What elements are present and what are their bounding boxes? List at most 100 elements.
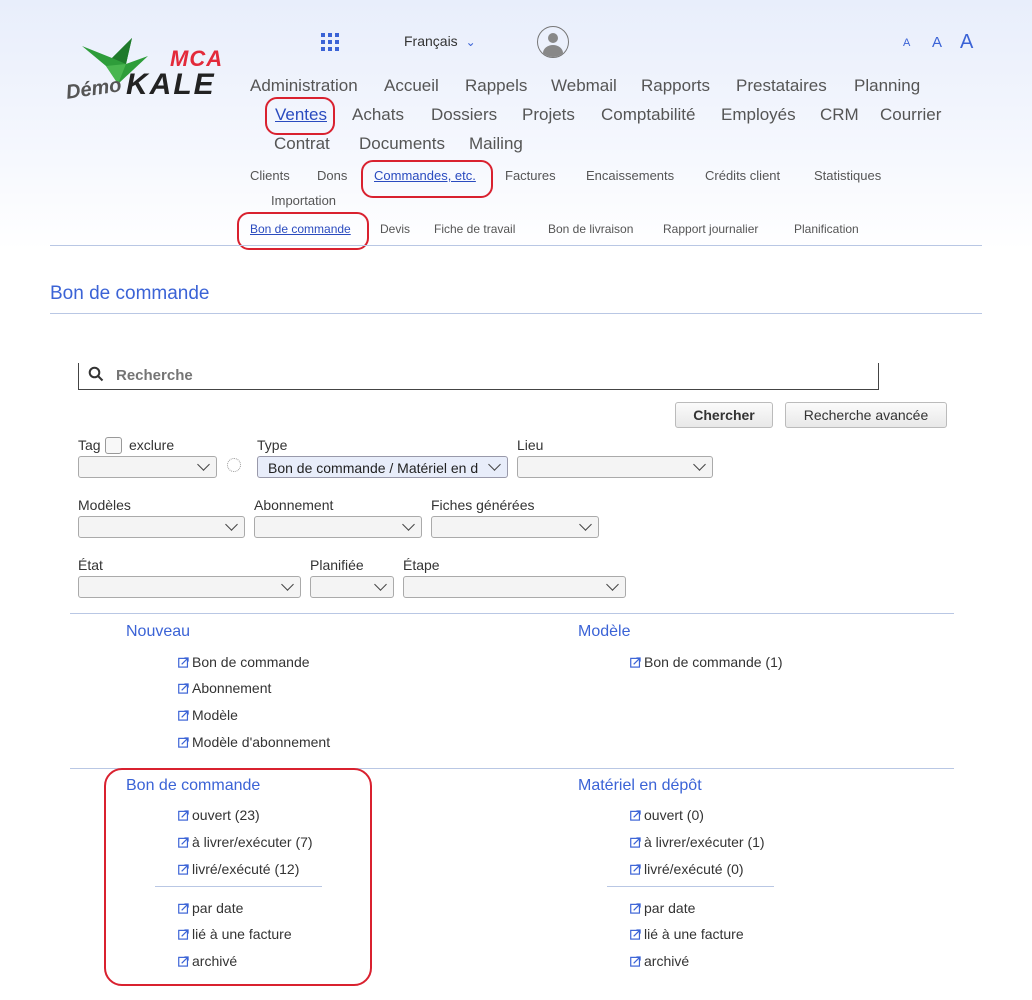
external-link-icon <box>630 956 641 967</box>
link-new-abonnement[interactable]: Abonnement <box>178 680 271 696</box>
nav-contrat[interactable]: Contrat <box>274 134 330 154</box>
subnav-encaissements[interactable]: Encaissements <box>586 168 674 183</box>
nav-prestataires[interactable]: Prestataires <box>736 76 827 96</box>
abonnement-select[interactable] <box>254 516 422 538</box>
external-link-icon <box>178 710 189 721</box>
lieu-select[interactable] <box>517 456 713 478</box>
subnav2-rapport-journalier[interactable]: Rapport journalier <box>663 222 758 236</box>
external-link-icon <box>178 737 189 748</box>
subnav2-devis[interactable]: Devis <box>380 222 410 236</box>
subnav-factures[interactable]: Factures <box>505 168 556 183</box>
nav-webmail[interactable]: Webmail <box>551 76 617 96</box>
divider <box>50 245 982 246</box>
nav-mailing[interactable]: Mailing <box>469 134 523 154</box>
planifiee-select[interactable] <box>310 576 394 598</box>
etat-label: État <box>78 557 103 573</box>
tag-select[interactable] <box>78 456 217 478</box>
link-depot-archive[interactable]: archivé <box>630 953 689 969</box>
highlight-bon-section <box>104 768 372 986</box>
nav-projets[interactable]: Projets <box>522 105 575 125</box>
language-selector[interactable]: Français ⌄ <box>404 33 476 49</box>
nav-courrier[interactable]: Courrier <box>880 105 941 125</box>
link-label: lié à une facture <box>644 926 744 942</box>
divider <box>70 613 954 614</box>
external-link-icon <box>630 837 641 848</box>
etat-select[interactable] <box>78 576 301 598</box>
advanced-search-button[interactable]: Recherche avancée <box>785 402 947 428</box>
link-label: Modèle d'abonnement <box>192 734 331 750</box>
page-title: Bon de commande <box>50 283 210 304</box>
exclude-label: exclure <box>129 437 175 453</box>
type-select-value: Bon de commande / Matériel en d <box>268 460 479 476</box>
etape-select[interactable] <box>403 576 626 598</box>
tag-radio[interactable] <box>227 458 241 472</box>
link-label: Bon de commande <box>192 654 310 670</box>
link-depot-par-date[interactable]: par date <box>630 900 695 916</box>
link-new-modele[interactable]: Modèle <box>178 707 238 723</box>
link-depot-ouvert[interactable]: ouvert (0) <box>630 807 704 823</box>
subnav-dons[interactable]: Dons <box>317 168 347 183</box>
type-label: Type <box>257 437 288 453</box>
language-label: Français <box>404 33 458 49</box>
chevron-down-icon: ⌄ <box>465 35 476 49</box>
user-avatar-icon[interactable] <box>537 26 569 58</box>
link-new-modele-abonnement[interactable]: Modèle d'abonnement <box>178 734 330 750</box>
search-icon <box>88 366 104 382</box>
nav-dossiers[interactable]: Dossiers <box>431 105 497 125</box>
link-label: ouvert (0) <box>644 807 704 823</box>
external-link-icon <box>630 657 641 668</box>
logo[interactable]: MCA Démo KALE <box>62 32 252 112</box>
divider <box>50 313 982 314</box>
nav-documents[interactable]: Documents <box>359 134 445 154</box>
subnav-credits-client[interactable]: Crédits client <box>705 168 780 183</box>
type-select[interactable]: Bon de commande / Matériel en d <box>257 456 508 478</box>
planifiee-label: Planifiée <box>310 557 364 573</box>
search-button[interactable]: Chercher <box>675 402 773 428</box>
link-label: Abonnement <box>192 680 272 696</box>
nav-rapports[interactable]: Rapports <box>641 76 710 96</box>
exclude-checkbox[interactable] <box>105 437 122 454</box>
modeles-select[interactable] <box>78 516 245 538</box>
link-depot-a-livrer[interactable]: à livrer/exécuter (1) <box>630 834 765 850</box>
subnav-importation[interactable]: Importation <box>271 193 336 208</box>
fiches-label: Fiches générées <box>431 497 535 513</box>
link-new-bon[interactable]: Bon de commande <box>178 654 310 670</box>
tag-label: Tag <box>78 437 101 453</box>
external-link-icon <box>630 810 641 821</box>
external-link-icon <box>630 864 641 875</box>
link-label: à livrer/exécuter (1) <box>644 834 765 850</box>
logo-kale-text: KALE <box>126 68 216 101</box>
link-depot-lie-facture[interactable]: lié à une facture <box>630 926 744 942</box>
nav-crm[interactable]: CRM <box>820 105 859 125</box>
modeles-label: Modèles <box>78 497 131 513</box>
nav-achats[interactable]: Achats <box>352 105 404 125</box>
nav-comptabilite[interactable]: Comptabilité <box>601 105 696 125</box>
abonnement-label: Abonnement <box>254 497 334 513</box>
highlight-ventes <box>265 97 335 135</box>
font-size-small-button[interactable]: A <box>903 37 910 49</box>
nav-employes[interactable]: Employés <box>721 105 796 125</box>
link-label: Bon de commande (1) <box>644 654 783 670</box>
nav-accueil[interactable]: Accueil <box>384 76 439 96</box>
subnav2-bon-de-livraison[interactable]: Bon de livraison <box>548 222 633 236</box>
apps-grid-icon[interactable] <box>321 33 339 51</box>
subnav2-fiche-de-travail[interactable]: Fiche de travail <box>434 222 515 236</box>
nav-administration[interactable]: Administration <box>250 76 358 96</box>
fiches-select[interactable] <box>431 516 599 538</box>
link-label: Modèle <box>192 707 238 723</box>
section-depot-title: Matériel en dépôt <box>578 777 702 794</box>
search-input[interactable] <box>114 366 718 385</box>
nav-rappels[interactable]: Rappels <box>465 76 527 96</box>
link-depot-livre[interactable]: livré/exécuté (0) <box>630 861 744 877</box>
link-modele-bon[interactable]: Bon de commande (1) <box>630 654 783 670</box>
subnav-statistiques[interactable]: Statistiques <box>814 168 881 183</box>
subnav2-planification[interactable]: Planification <box>794 222 859 236</box>
font-size-large-button[interactable]: A <box>960 31 973 54</box>
logo-demo-text: Démo <box>64 74 123 104</box>
external-link-icon <box>630 929 641 940</box>
font-size-medium-button[interactable]: A <box>932 34 942 51</box>
nav-planning[interactable]: Planning <box>854 76 920 96</box>
subnav-clients[interactable]: Clients <box>250 168 290 183</box>
divider <box>607 886 774 887</box>
external-link-icon <box>178 683 189 694</box>
